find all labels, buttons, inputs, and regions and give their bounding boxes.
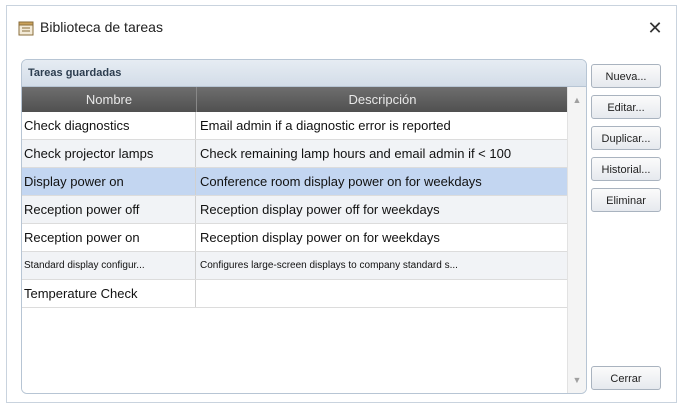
task-description: Email admin if a diagnostic error is rep… [200, 118, 451, 133]
history-button[interactable]: Historial... [591, 157, 661, 181]
task-name: Reception power on [22, 224, 196, 251]
column-header-name[interactable]: Nombre [22, 87, 197, 112]
title-bar: Biblioteca de tareas ✕ [7, 6, 676, 48]
task-name: Temperature Check [22, 280, 196, 307]
table-row-selected[interactable]: Display power on Conference room display… [22, 168, 568, 196]
window-title: Biblioteca de tareas [40, 19, 163, 35]
task-library-icon [18, 20, 34, 36]
column-header-description[interactable]: Descripción [197, 87, 568, 112]
task-description: Configures large-screen displays to comp… [200, 260, 458, 271]
task-description: Conference room display power on for wee… [200, 174, 482, 189]
table-row[interactable]: Reception power on Reception display pow… [22, 224, 568, 252]
task-description: Check remaining lamp hours and email adm… [200, 146, 512, 161]
new-task-button[interactable]: Nueva... [591, 64, 661, 88]
group-title: Tareas guardadas [22, 60, 586, 87]
task-name: Check projector lamps [22, 140, 196, 167]
task-library-dialog: Biblioteca de tareas ✕ Tareas guardadas … [6, 5, 677, 403]
task-name: Reception power off [22, 196, 196, 223]
task-name: Check diagnostics [22, 112, 196, 139]
task-description: Reception display power on for weekdays [200, 230, 440, 245]
scroll-up-icon[interactable]: ▲ [568, 91, 586, 109]
table-header: Nombre Descripción [22, 87, 568, 112]
task-name: Standard display configur... [22, 252, 196, 279]
table-row[interactable]: Standard display configur... Configures … [22, 252, 568, 280]
edit-task-button[interactable]: Editar... [591, 95, 661, 119]
vertical-scrollbar[interactable]: ▲ ▼ [567, 87, 586, 393]
scroll-down-icon[interactable]: ▼ [568, 371, 586, 389]
delete-task-button[interactable]: Eliminar [591, 188, 661, 212]
table-row[interactable]: Temperature Check [22, 280, 568, 308]
table-row[interactable]: Check diagnostics Email admin if a diagn… [22, 112, 568, 140]
duplicate-task-button[interactable]: Duplicar... [591, 126, 661, 150]
close-icon[interactable]: ✕ [642, 15, 668, 41]
task-description [196, 280, 568, 307]
task-name: Display power on [22, 168, 196, 195]
table-row[interactable]: Check projector lamps Check remaining la… [22, 140, 568, 168]
close-button[interactable]: Cerrar [591, 366, 661, 390]
task-description: Reception display power off for weekdays [200, 202, 440, 217]
table-row[interactable]: Reception power off Reception display po… [22, 196, 568, 224]
saved-tasks-group: Tareas guardadas Nombre Descripción Chec… [21, 59, 587, 394]
tasks-table: Nombre Descripción Check diagnostics Ema… [22, 87, 568, 393]
